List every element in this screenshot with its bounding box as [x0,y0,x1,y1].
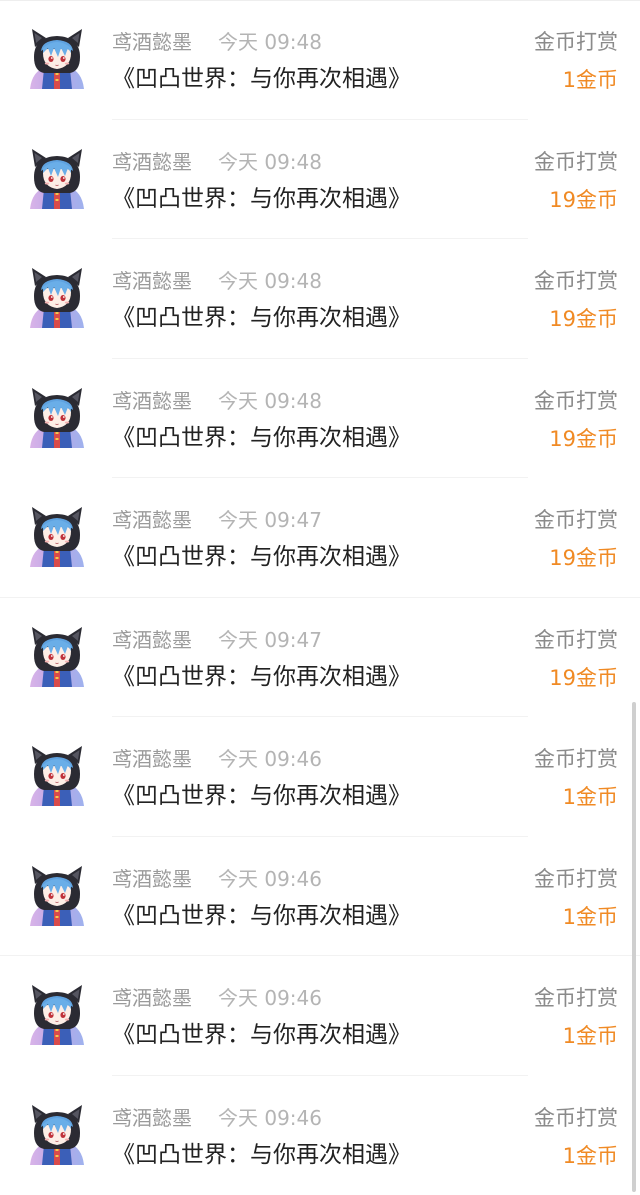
tip-type-label: 金币打赏 [534,985,618,1011]
user-name[interactable]: 鸢酒懿墨 [112,269,192,293]
avatar-icon[interactable] [24,744,90,810]
user-name[interactable]: 鸢酒懿墨 [112,150,192,174]
user-name[interactable]: 鸢酒懿墨 [112,747,192,771]
coin-amount: 19金币 [549,187,618,213]
avatar-icon[interactable] [24,625,90,691]
tip-type-label: 金币打赏 [534,866,618,892]
coin-amount: 1金币 [563,904,618,930]
avatar-icon[interactable] [24,983,90,1049]
coin-amount: 1金币 [563,67,618,93]
book-title[interactable]: 《凹凸世界：与你再次相遇》 [112,901,411,931]
timestamp: 今天 09:46 [218,867,322,891]
book-title[interactable]: 《凹凸世界：与你再次相遇》 [112,542,411,572]
tip-type-label: 金币打赏 [534,149,618,175]
book-title[interactable]: 《凹凸世界：与你再次相遇》 [112,64,411,94]
list-item[interactable]: 鸢酒懿墨 今天 09:48 《凹凸世界：与你再次相遇》 金币打赏 19金币 [0,239,640,359]
coin-amount: 1金币 [563,1023,618,1049]
list-item[interactable]: 鸢酒懿墨 今天 09:46 《凹凸世界：与你再次相遇》 金币打赏 1金币 [0,1076,640,1195]
timestamp: 今天 09:48 [218,269,322,293]
user-name[interactable]: 鸢酒懿墨 [112,867,192,891]
book-title[interactable]: 《凹凸世界：与你再次相遇》 [112,781,411,811]
timestamp: 今天 09:47 [218,628,322,652]
avatar-icon[interactable] [24,266,90,332]
avatar-icon[interactable] [24,1103,90,1169]
coin-amount: 19金币 [549,306,618,332]
list-item[interactable]: 鸢酒懿墨 今天 09:46 《凹凸世界：与你再次相遇》 金币打赏 1金币 [0,956,640,1076]
tip-type-label: 金币打赏 [534,627,618,653]
tip-type-label: 金币打赏 [534,388,618,414]
coin-amount: 19金币 [549,665,618,691]
timestamp: 今天 09:48 [218,389,322,413]
timestamp: 今天 09:47 [218,508,322,532]
book-title[interactable]: 《凹凸世界：与你再次相遇》 [112,662,411,692]
coin-amount: 1金币 [563,784,618,810]
list-item[interactable]: 鸢酒懿墨 今天 09:48 《凹凸世界：与你再次相遇》 金币打赏 19金币 [0,359,640,479]
list-item[interactable]: 鸢酒懿墨 今天 09:48 《凹凸世界：与你再次相遇》 金币打赏 1金币 [0,0,640,120]
list-item[interactable]: 鸢酒懿墨 今天 09:48 《凹凸世界：与你再次相遇》 金币打赏 19金币 [0,120,640,240]
coin-amount: 19金币 [549,545,618,571]
book-title[interactable]: 《凹凸世界：与你再次相遇》 [112,423,411,453]
avatar-icon[interactable] [24,27,90,93]
avatar-icon[interactable] [24,864,90,930]
timestamp: 今天 09:48 [218,30,322,54]
coin-amount: 19金币 [549,426,618,452]
user-name[interactable]: 鸢酒懿墨 [112,628,192,652]
user-name[interactable]: 鸢酒懿墨 [112,1106,192,1130]
book-title[interactable]: 《凹凸世界：与你再次相遇》 [112,303,411,333]
tip-type-label: 金币打赏 [534,507,618,533]
user-name[interactable]: 鸢酒懿墨 [112,508,192,532]
list-item[interactable]: 鸢酒懿墨 今天 09:47 《凹凸世界：与你再次相遇》 金币打赏 19金币 [0,478,640,598]
list-item[interactable]: 鸢酒懿墨 今天 09:46 《凹凸世界：与你再次相遇》 金币打赏 1金币 [0,837,640,957]
timestamp: 今天 09:46 [218,747,322,771]
timestamp: 今天 09:46 [218,1106,322,1130]
avatar-icon[interactable] [24,147,90,213]
book-title[interactable]: 《凹凸世界：与你再次相遇》 [112,1140,411,1170]
list-item[interactable]: 鸢酒懿墨 今天 09:46 《凹凸世界：与你再次相遇》 金币打赏 1金币 [0,717,640,837]
list-item[interactable]: 鸢酒懿墨 今天 09:47 《凹凸世界：与你再次相遇》 金币打赏 19金币 [0,598,640,718]
tip-record-list[interactable]: 鸢酒懿墨 今天 09:48 《凹凸世界：与你再次相遇》 金币打赏 1金币 鸢酒懿… [0,0,640,1192]
book-title[interactable]: 《凹凸世界：与你再次相遇》 [112,184,411,214]
tip-type-label: 金币打赏 [534,746,618,772]
coin-amount: 1金币 [563,1143,618,1169]
tip-type-label: 金币打赏 [534,29,618,55]
avatar-icon[interactable] [24,386,90,452]
timestamp: 今天 09:46 [218,986,322,1010]
user-name[interactable]: 鸢酒懿墨 [112,30,192,54]
scrollbar[interactable] [632,702,636,1192]
avatar-icon[interactable] [24,505,90,571]
book-title[interactable]: 《凹凸世界：与你再次相遇》 [112,1020,411,1050]
tip-type-label: 金币打赏 [534,1105,618,1131]
user-name[interactable]: 鸢酒懿墨 [112,986,192,1010]
user-name[interactable]: 鸢酒懿墨 [112,389,192,413]
timestamp: 今天 09:48 [218,150,322,174]
tip-type-label: 金币打赏 [534,268,618,294]
